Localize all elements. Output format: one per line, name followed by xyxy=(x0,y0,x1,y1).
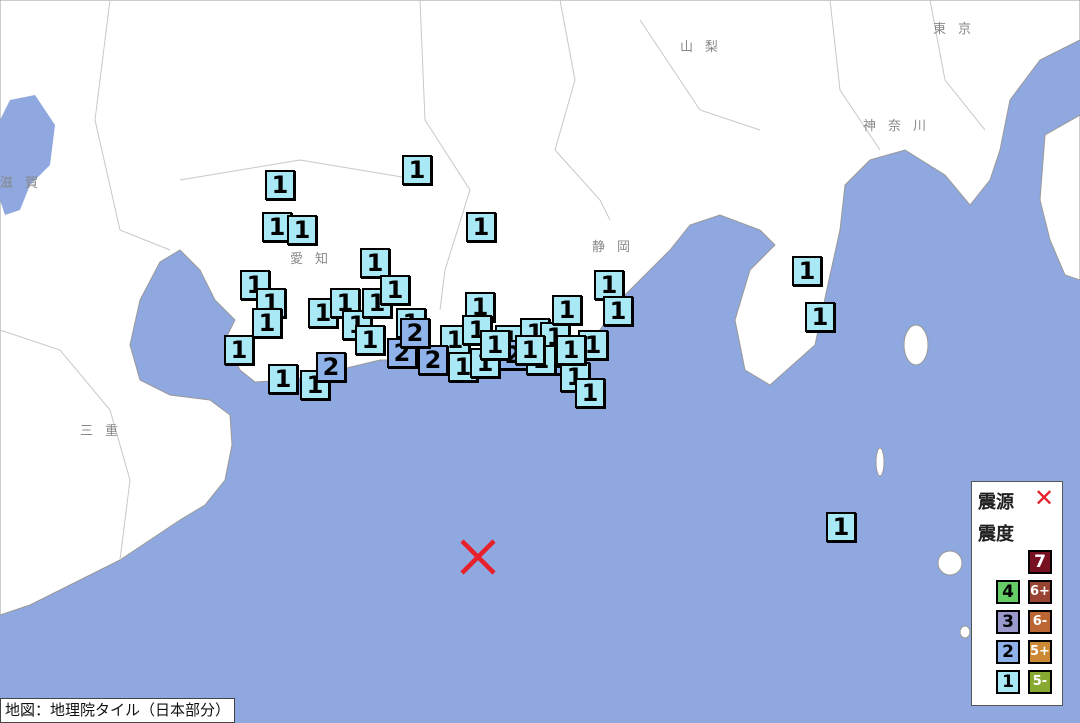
intensity-marker[interactable]: 2 xyxy=(418,345,448,375)
intensity-marker[interactable]: 1 xyxy=(402,155,432,185)
pref-label: 三重 xyxy=(80,424,131,439)
intensity-marker[interactable]: 1 xyxy=(287,215,317,245)
intensity-marker[interactable]: 1 xyxy=(224,335,254,365)
intensity-marker[interactable]: 1 xyxy=(603,296,633,326)
pref-label: 滋賀 xyxy=(0,176,51,191)
intensity-marker[interactable]: 1 xyxy=(268,364,298,394)
intensity-marker[interactable]: 1 xyxy=(355,325,385,355)
legend-swatch-7: 7 xyxy=(1028,550,1052,574)
intensity-marker[interactable]: 1 xyxy=(265,170,295,200)
island xyxy=(959,625,971,639)
legend-swatch-5plus: 5+ xyxy=(1028,640,1052,664)
island xyxy=(875,447,885,477)
legend-epicenter-label: 震源 xyxy=(978,492,1014,513)
island xyxy=(903,324,929,366)
intensity-marker[interactable]: 1 xyxy=(466,212,496,242)
intensity-marker[interactable]: 1 xyxy=(480,330,510,360)
intensity-marker[interactable]: 1 xyxy=(252,308,282,338)
map-legend: 震源 ✕ 震度 7 4 6+ 3 6- 2 5+ 1 5- xyxy=(971,481,1063,706)
pref-label: 神奈川 xyxy=(863,119,939,134)
legend-swatch-3: 3 xyxy=(996,610,1020,634)
intensity-marker[interactable]: 1 xyxy=(515,335,545,365)
map-credit: 地図：地理院タイル（日本部分） xyxy=(0,698,236,723)
pref-label: 静岡 xyxy=(592,240,643,255)
intensity-marker[interactable]: 1 xyxy=(556,335,586,365)
intensity-marker[interactable]: 1 xyxy=(552,295,582,325)
legend-swatch-6plus: 6+ xyxy=(1028,580,1052,604)
intensity-marker[interactable]: 1 xyxy=(805,302,835,332)
legend-swatch-5minus: 5- xyxy=(1028,670,1052,694)
legend-swatch-6minus: 6- xyxy=(1028,610,1052,634)
intensity-marker[interactable]: 2 xyxy=(316,352,346,382)
epicenter-legend-icon: ✕ xyxy=(1034,484,1055,512)
intensity-marker[interactable]: 1 xyxy=(360,248,390,278)
intensity-marker[interactable]: 1 xyxy=(380,275,410,305)
pref-label: 東京 xyxy=(933,22,984,37)
pref-label: 愛知 xyxy=(290,252,341,267)
intensity-marker[interactable]: 1 xyxy=(826,512,856,542)
legend-swatch-2: 2 xyxy=(996,640,1020,664)
pref-label: 山梨 xyxy=(680,40,731,55)
island xyxy=(937,550,963,576)
legend-intensity-label: 震度 xyxy=(978,524,1014,545)
legend-swatch-1: 1 xyxy=(996,670,1020,694)
legend-swatch-4: 4 xyxy=(996,580,1020,604)
intensity-marker[interactable]: 1 xyxy=(575,378,605,408)
intensity-marker[interactable]: 2 xyxy=(400,318,430,348)
intensity-marker[interactable]: 1 xyxy=(792,256,822,286)
